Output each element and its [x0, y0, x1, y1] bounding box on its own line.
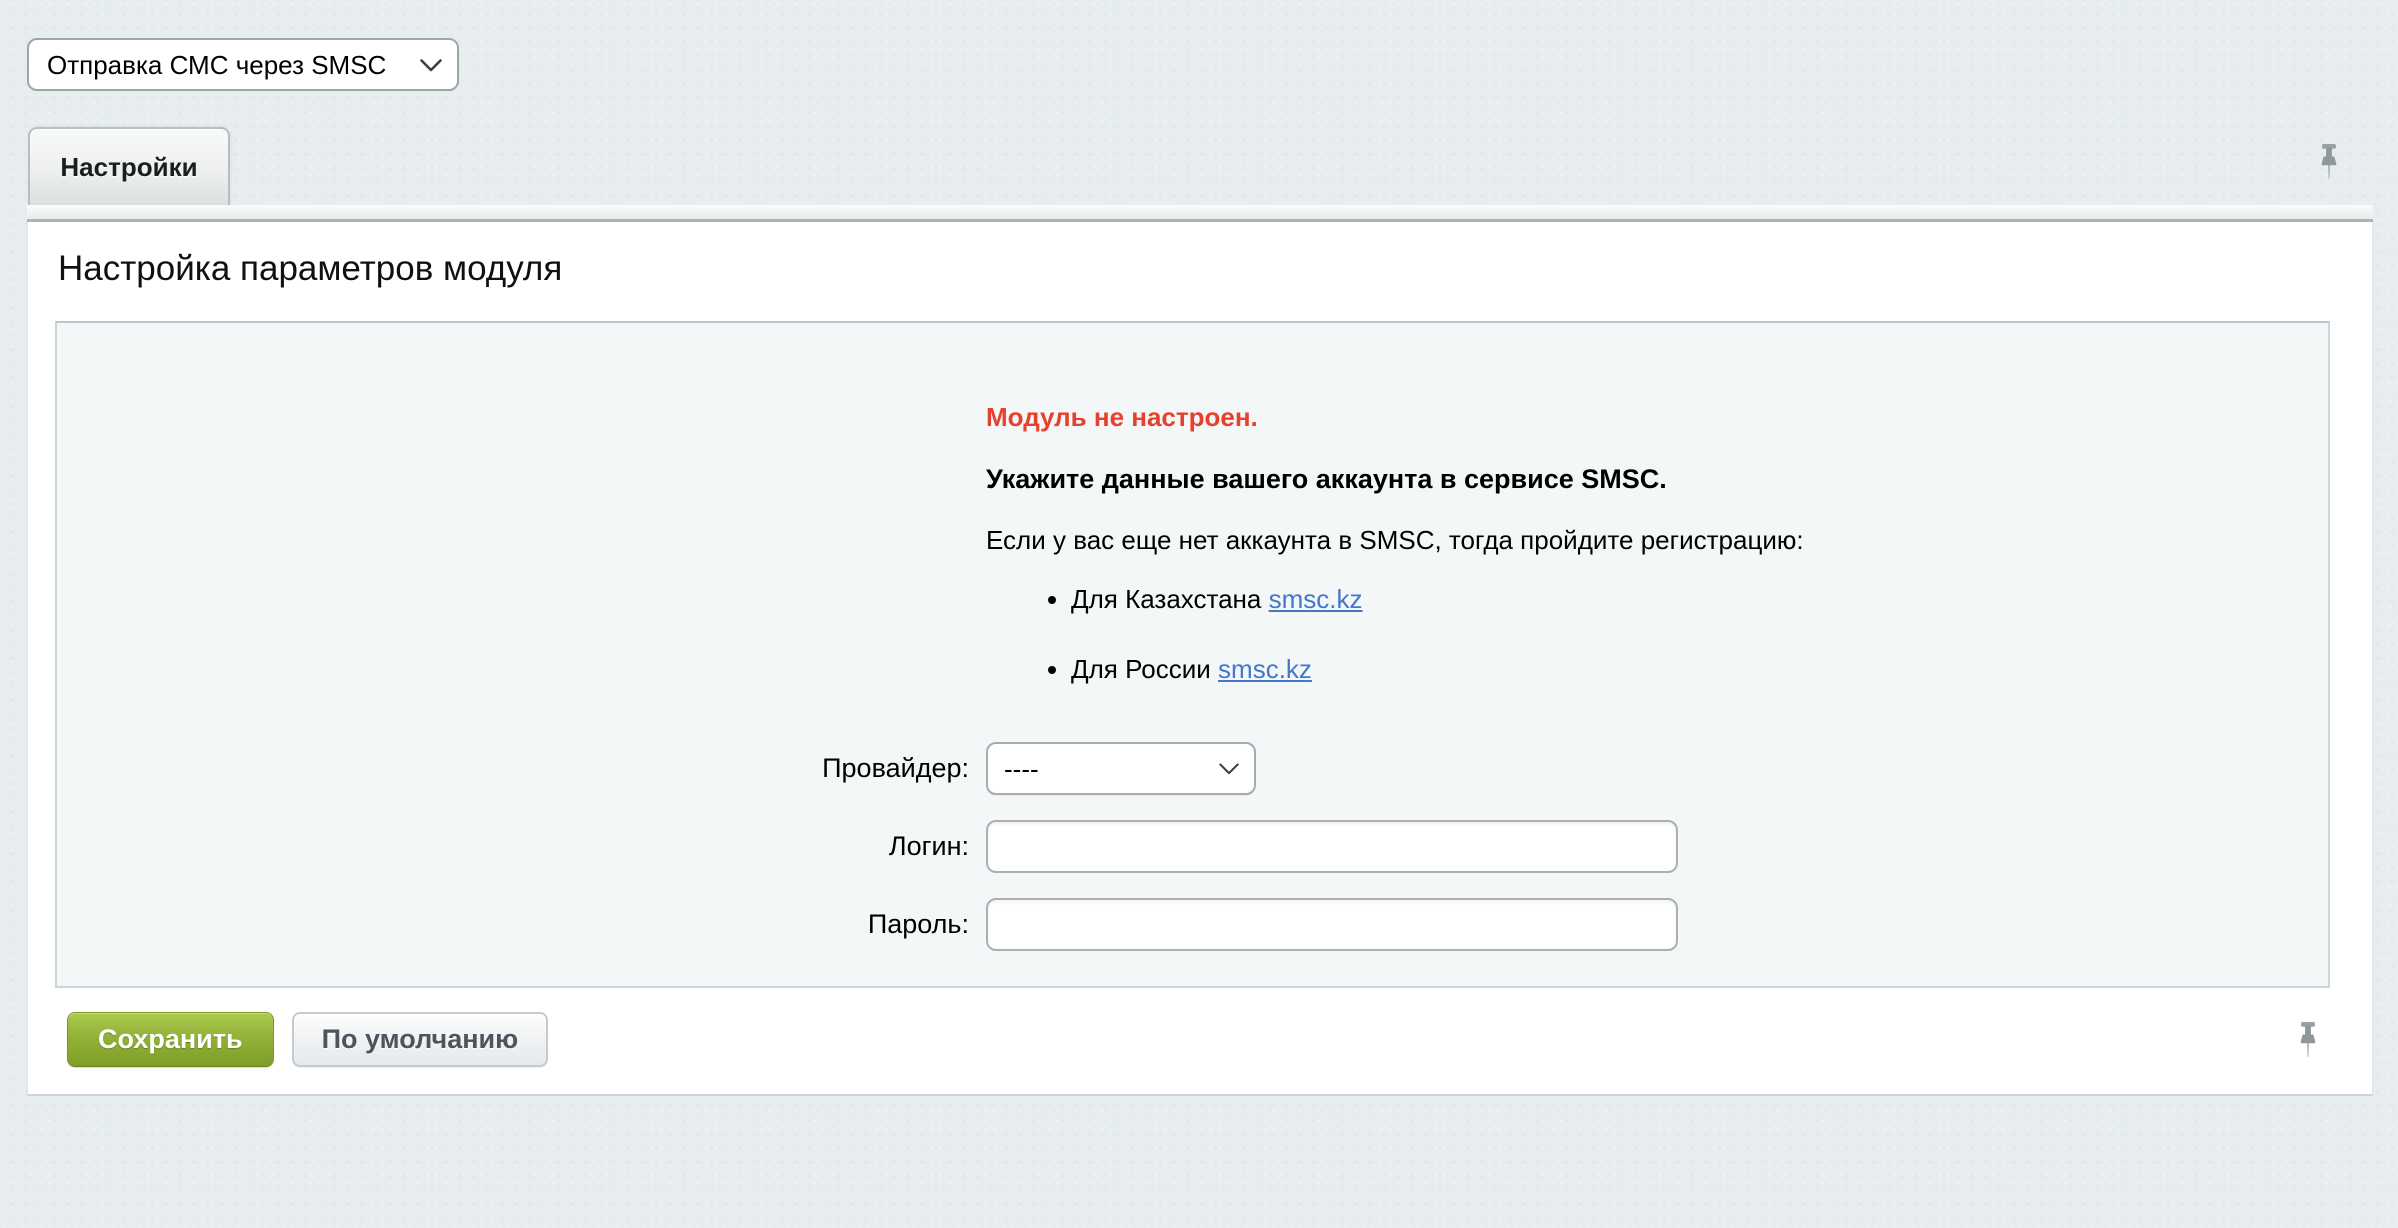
settings-form: Провайдер: ---- Логин: Парол [57, 742, 2328, 951]
notice-block: Модуль не настроен. Укажите данные вашег… [986, 402, 2288, 685]
list-item: Для Казахстана smsc.kz [1071, 584, 2288, 615]
tab-strip [27, 205, 2373, 222]
password-label: Пароль: [57, 909, 986, 940]
default-button[interactable]: По умолчанию [292, 1012, 549, 1067]
pushpin-icon[interactable] [2298, 1022, 2318, 1062]
login-row: Логин: [57, 820, 2328, 873]
module-selector[interactable]: Отправка СМС через SMSC [27, 38, 459, 91]
error-message: Модуль не настроен. [986, 402, 2288, 433]
provider-label: Провайдер: [57, 753, 986, 784]
tab-settings[interactable]: Настройки [28, 127, 230, 205]
provider-select[interactable]: ---- [986, 742, 1256, 795]
list-item: Для России smsc.kz [1071, 654, 2288, 685]
instruction-message: Укажите данные вашего аккаунта в сервисе… [986, 464, 2288, 495]
module-selector-wrap: Отправка СМС через SMSC [27, 38, 459, 91]
password-input[interactable] [986, 898, 1678, 951]
tab-settings-label: Настройки [60, 152, 197, 183]
settings-box: Модуль не настроен. Укажите данные вашег… [55, 321, 2330, 988]
registration-links-list: Для Казахстана smsc.kz Для России smsc.k… [986, 584, 2288, 685]
page-title: Настройка параметров модуля [58, 249, 562, 289]
registration-hint: Если у вас еще нет аккаунта в SMSC, тогд… [986, 525, 2288, 556]
link-prefix: Для Казахстана [1071, 584, 1261, 614]
smsc-kz-link[interactable]: smsc.kz [1218, 654, 1312, 684]
provider-select-wrap: ---- [986, 742, 1256, 795]
smsc-kz-link[interactable]: smsc.kz [1269, 584, 1363, 614]
login-input[interactable] [986, 820, 1678, 873]
provider-row: Провайдер: ---- [57, 742, 2328, 795]
page-background: Отправка СМС через SMSC Настройки Настро… [0, 0, 2398, 1228]
login-label: Логин: [57, 831, 986, 862]
pushpin-icon[interactable] [2319, 144, 2339, 184]
password-row: Пароль: [57, 898, 2328, 951]
content-panel: Настройка параметров модуля Модуль не на… [27, 222, 2373, 1096]
action-buttons: Сохранить По умолчанию [67, 1012, 548, 1067]
link-prefix: Для России [1071, 654, 1211, 684]
save-button[interactable]: Сохранить [67, 1012, 274, 1067]
